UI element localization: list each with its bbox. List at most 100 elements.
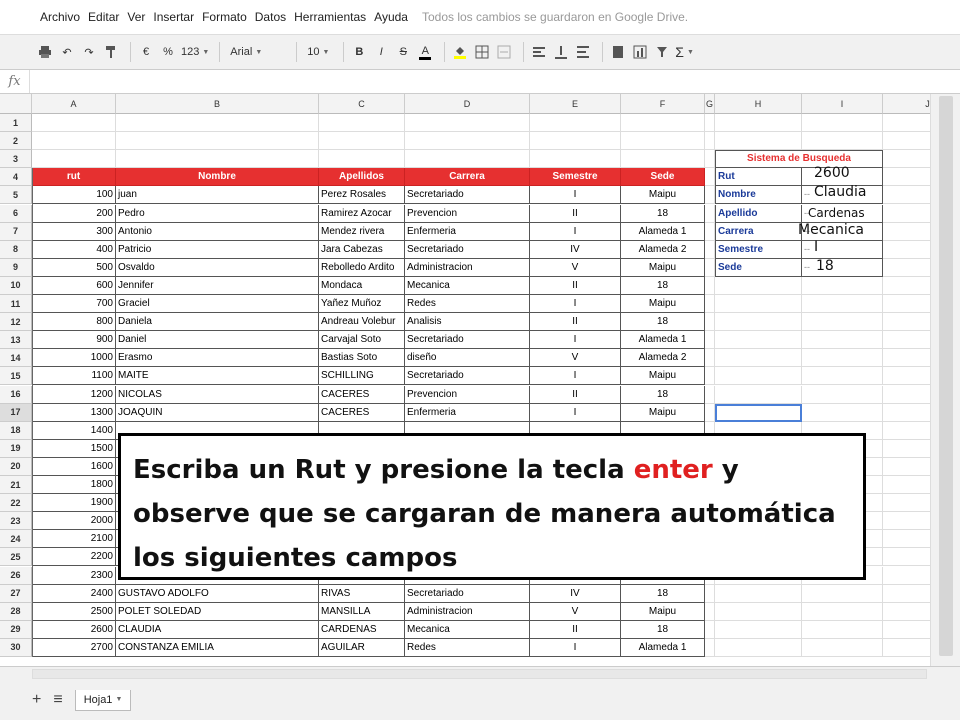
table-cell[interactable]: Daniela [116, 313, 319, 332]
table-cell[interactable]: Alameda 1 [621, 222, 705, 241]
row-header-19[interactable]: 19 [0, 439, 32, 458]
table-cell[interactable]: I [530, 638, 621, 657]
column-header-c[interactable]: C [319, 94, 405, 114]
grid-cell[interactable] [705, 295, 715, 314]
table-cell[interactable]: 200 [32, 204, 116, 223]
grid-cell[interactable] [705, 132, 715, 151]
grid-cell[interactable] [802, 276, 883, 295]
grid-cell[interactable] [705, 602, 715, 621]
table-cell[interactable]: GUSTAVO ADOLFO [116, 584, 319, 603]
grid-cell[interactable] [705, 367, 715, 386]
grid-cell[interactable] [715, 620, 802, 639]
grid-cell[interactable] [705, 313, 715, 332]
row-header-13[interactable]: 13 [0, 331, 32, 350]
horizontal-scrollbar[interactable] [32, 669, 927, 679]
table-cell[interactable]: I [530, 367, 621, 386]
selected-cell[interactable] [715, 403, 802, 422]
table-cell[interactable]: I [530, 222, 621, 241]
grid-cell[interactable] [715, 349, 802, 368]
table-cell[interactable]: I [530, 186, 621, 205]
table-cell[interactable]: Secretariado [405, 367, 530, 386]
table-cell[interactable]: Perez Rosales [319, 186, 405, 205]
row-header-18[interactable]: 18 [0, 421, 32, 440]
grid-cell[interactable] [319, 114, 405, 133]
column-header-a[interactable]: A [32, 94, 116, 114]
scrollbar-thumb[interactable] [939, 96, 953, 656]
table-cell[interactable]: I [530, 331, 621, 350]
column-header-b[interactable]: B [116, 94, 319, 114]
table-cell[interactable]: Secretariado [405, 584, 530, 603]
grid-cell[interactable] [530, 114, 621, 133]
table-cell[interactable]: Redes [405, 638, 530, 657]
table-cell[interactable]: Maipu [621, 295, 705, 314]
row-header-23[interactable]: 23 [0, 512, 32, 531]
row-header-3[interactable]: 3 [0, 150, 32, 169]
row-header-29[interactable]: 29 [0, 620, 32, 639]
row-header-28[interactable]: 28 [0, 602, 32, 621]
grid-cell[interactable] [705, 638, 715, 657]
table-cell[interactable]: CACERES [319, 403, 405, 422]
grid-cell[interactable] [802, 602, 883, 621]
row-header-9[interactable]: 9 [0, 258, 32, 277]
table-cell[interactable]: 18 [621, 385, 705, 404]
grid-cell[interactable] [715, 313, 802, 332]
grid-cell[interactable] [116, 132, 319, 151]
table-cell[interactable]: Pedro [116, 204, 319, 223]
table-cell[interactable]: Andreau Volebur [319, 313, 405, 332]
table-cell[interactable]: 1300 [32, 403, 116, 422]
row-header-27[interactable]: 27 [0, 584, 32, 603]
row-header-24[interactable]: 24 [0, 530, 32, 549]
table-cell[interactable]: 18 [621, 313, 705, 332]
spreadsheet-grid[interactable]: A B C D E F G H I J 1 2 3 4 5 6 7 8 9 10 11 12 13 14 15 16 17 18 19 2… [0, 94, 960, 666]
grid-cell[interactable] [802, 295, 883, 314]
grid-cell[interactable] [705, 584, 715, 603]
strikethrough-button[interactable]: S [394, 41, 412, 63]
column-header-d[interactable]: D [405, 94, 530, 114]
table-cell[interactable]: V [530, 258, 621, 277]
table-cell[interactable]: Yañez Muñoz [319, 295, 405, 314]
comment-icon[interactable] [609, 41, 627, 63]
menu-formato[interactable]: Formato [202, 10, 247, 24]
table-cell[interactable]: CARDENAS [319, 620, 405, 639]
table-cell[interactable]: Administracion [405, 602, 530, 621]
corner-cell[interactable] [0, 94, 32, 114]
grid-cell[interactable] [802, 132, 883, 151]
table-cell[interactable]: 800 [32, 313, 116, 332]
table-cell[interactable]: II [530, 313, 621, 332]
row-header-15[interactable]: 15 [0, 367, 32, 386]
table-cell[interactable]: 2700 [32, 638, 116, 657]
redo-icon[interactable]: ↷ [80, 41, 98, 63]
grid-cell[interactable] [802, 114, 883, 133]
functions-button[interactable]: Σ ▼ [675, 41, 694, 63]
table-cell[interactable]: 18 [621, 584, 705, 603]
table-cell[interactable]: Maipu [621, 258, 705, 277]
table-cell[interactable]: JOAQUIN [116, 403, 319, 422]
menu-ayuda[interactable]: Ayuda [374, 10, 408, 24]
table-cell[interactable]: Jara Cabezas [319, 240, 405, 259]
text-wrap-icon[interactable] [574, 41, 592, 63]
grid-cell[interactable] [715, 638, 802, 657]
table-cell[interactable]: 1200 [32, 385, 116, 404]
row-header-25[interactable]: 25 [0, 548, 32, 567]
table-cell[interactable]: 500 [32, 258, 116, 277]
menu-herramientas[interactable]: Herramientas [294, 10, 366, 24]
grid-cell[interactable] [705, 114, 715, 133]
row-header-17[interactable]: 17 [0, 403, 32, 422]
row-header-21[interactable]: 21 [0, 476, 32, 495]
table-cell[interactable]: V [530, 602, 621, 621]
table-cell[interactable]: Maipu [621, 403, 705, 422]
grid-cell[interactable] [715, 385, 802, 404]
table-cell[interactable]: Enfermeria [405, 222, 530, 241]
table-cell[interactable]: 1000 [32, 349, 116, 368]
table-cell[interactable]: 900 [32, 331, 116, 350]
table-cell[interactable]: AGUILAR [319, 638, 405, 657]
table-cell[interactable]: IV [530, 584, 621, 603]
grid-cell[interactable] [530, 150, 621, 169]
menu-datos[interactable]: Datos [255, 10, 286, 24]
row-header-20[interactable]: 20 [0, 457, 32, 476]
table-cell[interactable]: Jennifer [116, 276, 319, 295]
menu-ver[interactable]: Ver [127, 10, 145, 24]
table-cell[interactable]: Alameda 2 [621, 349, 705, 368]
grid-cell[interactable] [715, 114, 802, 133]
grid-cell[interactable] [715, 331, 802, 350]
